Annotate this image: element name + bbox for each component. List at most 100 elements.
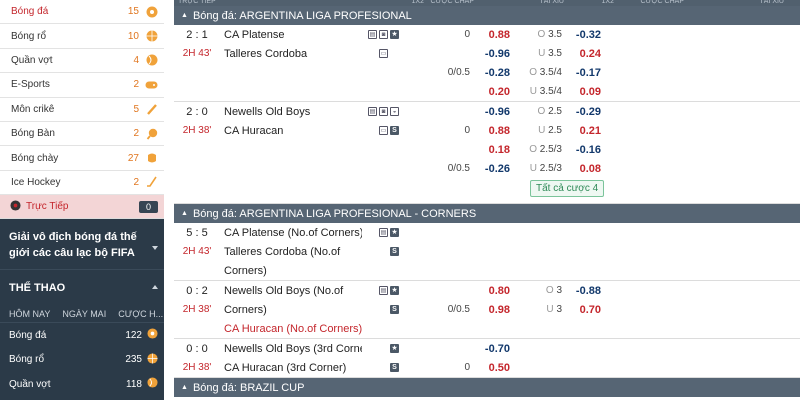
stats-icon[interactable]: ▤ (379, 228, 388, 237)
sports-list-item-soccer[interactable]: Bóng đá 122 (0, 323, 164, 348)
handicap-odds[interactable]: 0.88 (472, 29, 514, 41)
tab-early[interactable]: CƯỢC H... (118, 309, 163, 319)
ou-line: 2.5/3 (539, 163, 562, 174)
ou-odds[interactable]: -0.17 (564, 67, 604, 79)
table-tennis-icon (145, 127, 158, 140)
sidebar-item-basketball[interactable]: Bóng rổ 10 (0, 24, 164, 49)
sport-count: 2 (133, 128, 139, 140)
sports-list-item-tennis[interactable]: Quần vợt 118 (0, 372, 164, 397)
stats-icon[interactable]: ▤ (368, 30, 377, 39)
handicap-odds[interactable]: 0.98 (472, 304, 514, 316)
basketball-icon (147, 353, 158, 367)
sidebar-item-soccer[interactable]: Bóng đá 15 (0, 0, 164, 25)
sidebar-item-esports[interactable]: E-Sports 2 (0, 73, 164, 98)
chevron-up-icon (152, 285, 158, 290)
handicap-odds[interactable]: 0.50 (472, 362, 514, 374)
tv-icon[interactable]: ▭ (379, 126, 388, 135)
ou-odds[interactable]: -0.88 (564, 285, 604, 297)
handicap-line: 0/0.5 (447, 304, 470, 315)
ou-odds[interactable]: 0.24 (564, 48, 604, 60)
away-team[interactable]: CA Huracan (220, 125, 362, 137)
ou-line: 3.5/4 (539, 86, 562, 97)
collapse-arrow-icon: ▲ (181, 210, 188, 217)
live-tracker-icon[interactable]: ◙ (379, 30, 388, 39)
handicap-odds[interactable]: 0.20 (472, 86, 514, 98)
ou-odds[interactable]: 0.08 (564, 163, 604, 175)
league-title: Bóng đá: BRAZIL CUP (192, 381, 305, 394)
sport-count: 118 (126, 378, 142, 390)
ou-prefix: U (538, 125, 546, 136)
handicap-odds[interactable]: 0.80 (472, 285, 514, 297)
sport-count: 15 (127, 6, 139, 18)
stats-icon[interactable]: ▤ (368, 107, 377, 116)
tab-tomorrow[interactable]: NGÀY MAI (62, 309, 106, 319)
away-team[interactable]: CA Huracan (No.of Corners) (220, 323, 362, 335)
sport-name: E-Sports (11, 79, 50, 91)
match-row: 5 : 5 CA Platense (No.of Corners) ▤ ★ 2H … (174, 223, 800, 281)
favorite-star-icon[interactable]: ★ (390, 344, 399, 353)
tab-today[interactable]: HÔM NAY (9, 309, 50, 319)
tv-icon[interactable]: ▭ (379, 49, 388, 58)
ou-odds[interactable]: 0.09 (564, 86, 604, 98)
live-filter[interactable]: Trực Tiếp 0 (0, 195, 164, 220)
sport-list: Bóng đá 15 Bóng rổ 10 Quần vợt 4 E-Sport… (0, 0, 164, 196)
sidebar-item-ice-hockey[interactable]: Ice Hockey 2 (0, 171, 164, 196)
home-team[interactable]: Newells Old Boys (3rd Corner) (220, 343, 362, 355)
sidebar-item-baseball[interactable]: Bóng chày 27 (0, 146, 164, 171)
handicap-odds[interactable]: -0.70 (472, 343, 514, 355)
home-team[interactable]: CA Platense (220, 29, 362, 41)
league-header[interactable]: ▲ Bóng đá: ARGENTINA LIGA PROFESIONAL (174, 6, 800, 25)
live-tracker-icon[interactable]: ◙ (379, 107, 388, 116)
ou-prefix: O (529, 144, 537, 155)
handicap-odds[interactable]: -0.26 (472, 163, 514, 175)
handicap-odds[interactable]: 0.88 (472, 125, 514, 137)
ou-odds[interactable]: 0.70 (564, 304, 604, 316)
away-team[interactable]: CA Huracan (3rd Corner) (220, 362, 362, 374)
ou-line: 3 (556, 304, 562, 315)
sidebar-item-table-tennis[interactable]: Bóng Bàn 2 (0, 122, 164, 147)
handicap-odds[interactable]: -0.96 (472, 106, 514, 118)
col-header: TÀI XỈU (539, 0, 564, 5)
sidebar-item-cricket[interactable]: Môn crikê 5 (0, 98, 164, 122)
handicap-line: 0/0.5 (447, 163, 470, 174)
away-team[interactable]: Talleres Cordoba (220, 48, 362, 60)
chevron-down-icon (152, 246, 158, 251)
stream-s-icon[interactable]: S (390, 305, 399, 314)
ou-odds[interactable]: -0.16 (564, 144, 604, 156)
sport-name: Bóng rổ (9, 354, 45, 366)
match-score: 0 : 2 (186, 284, 208, 297)
match-row: 2 : 0 Newells Old Boys ▤ ◙ ◒ -0.96 O 2.5 -… (174, 102, 800, 204)
league-header[interactable]: ▲ Bóng đá: ARGENTINA LIGA PROFESIONAL - … (174, 204, 800, 223)
sports-list-item-basketball[interactable]: Bóng rổ 235 (0, 348, 164, 373)
handicap-odds[interactable]: 0.18 (472, 144, 514, 156)
ou-line: 2.5 (548, 106, 562, 117)
match-score: 2 : 0 (186, 105, 208, 118)
ou-odds[interactable]: 0.21 (564, 125, 604, 137)
stats-icon[interactable]: ▤ (379, 286, 388, 295)
home-team[interactable]: Newells Old Boys (220, 106, 362, 118)
favorite-star-icon[interactable]: ★ (390, 30, 399, 39)
hockey-stick-icon (145, 176, 158, 189)
sport-count: 4 (133, 54, 139, 66)
league-header[interactable]: ▲ Bóng đá: BRAZIL CUP (174, 378, 800, 397)
stream-s-icon[interactable]: S (390, 126, 399, 135)
sports-section-header[interactable]: THỂ THAO (0, 269, 164, 305)
handicap-odds[interactable]: -0.28 (472, 67, 514, 79)
all-bets-button[interactable]: Tất cả cược 4 (530, 180, 605, 197)
gamepad-icon (145, 78, 158, 91)
stream-s-icon[interactable]: S (390, 247, 399, 256)
sidebar-item-tennis[interactable]: Quần vợt 4 (0, 49, 164, 74)
ou-odds[interactable]: -0.32 (564, 29, 604, 41)
promo-fifa-club-world-cup[interactable]: Giải vô địch bóng đá thế giới các câu lạ… (0, 219, 164, 267)
sport-count: 5 (133, 103, 139, 115)
favorite-star-icon[interactable]: ★ (390, 228, 399, 237)
ou-prefix: O (529, 67, 537, 78)
ou-odds[interactable]: -0.29 (564, 106, 604, 118)
home-team[interactable]: CA Platense (No.of Corners) (220, 227, 362, 239)
favorite-star-icon[interactable]: ★ (390, 286, 399, 295)
handicap-odds[interactable]: -0.96 (472, 48, 514, 60)
away-team[interactable]: Talleres Cordoba (No.of (220, 246, 362, 258)
gamepad-icon[interactable]: ◒ (390, 107, 399, 116)
stream-s-icon[interactable]: S (390, 363, 399, 372)
home-team[interactable]: Newells Old Boys (No.of (220, 285, 362, 297)
